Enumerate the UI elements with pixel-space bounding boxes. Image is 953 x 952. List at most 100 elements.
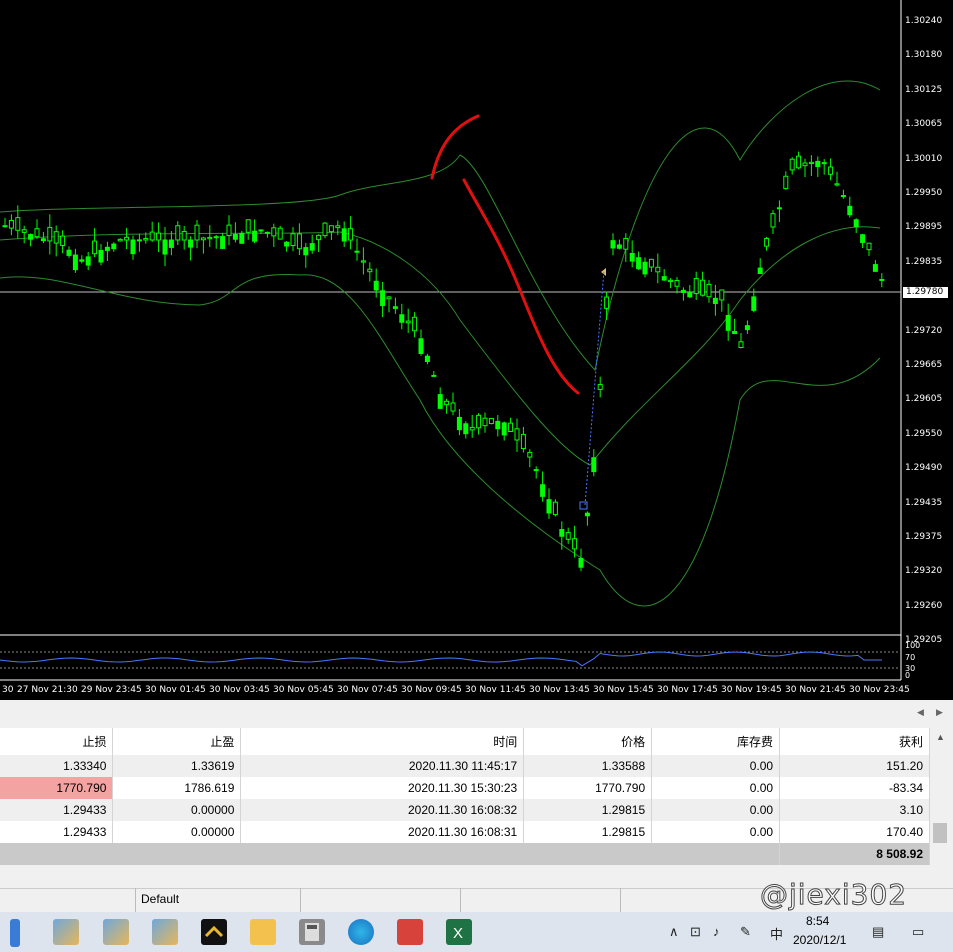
user-app-icon[interactable] <box>53 919 79 945</box>
candle-body <box>2 225 8 228</box>
clock-time[interactable]: 8:54 <box>806 914 829 928</box>
candle-body <box>444 400 450 406</box>
price-label: 1.29490 <box>905 463 943 474</box>
file-explorer-icon[interactable] <box>250 919 276 945</box>
candle-body <box>629 252 635 262</box>
candle-body <box>34 228 40 238</box>
table-row[interactable]: 1.29433 0.00000 2020.11.30 16:08:32 1.29… <box>0 799 930 821</box>
candle-body <box>28 234 34 240</box>
indicator-label: 0 <box>905 671 911 680</box>
time-label: 30 Nov 13:45 <box>529 685 590 695</box>
time-label: 30 Nov 11:45 <box>465 685 526 695</box>
candle-body <box>578 558 584 568</box>
pen-icon[interactable]: ✎ <box>740 924 751 940</box>
calculator-icon[interactable] <box>299 919 325 945</box>
candle-body <box>796 155 802 169</box>
candle-body <box>15 217 21 231</box>
candle-body <box>354 250 360 253</box>
user-app-icon[interactable] <box>152 919 178 945</box>
tools-app-icon[interactable] <box>397 919 423 945</box>
show-desktop-icon[interactable]: ▭ <box>912 924 924 940</box>
candle-body <box>546 499 552 514</box>
cell-stop-loss: 1770.790 <box>0 777 114 799</box>
price-label: 1.30125 <box>905 84 943 95</box>
price-label: 1.29375 <box>905 532 943 542</box>
cell-profit: 151.20 <box>779 755 930 777</box>
header-time[interactable]: 时间 <box>240 728 525 755</box>
candle-body <box>828 166 834 175</box>
candle-body <box>271 227 277 237</box>
candle-body <box>648 258 654 268</box>
candle-body <box>495 420 501 430</box>
cell-time: 2020.11.30 11:45:17 <box>240 755 525 777</box>
candle-body <box>879 278 885 281</box>
status-separator <box>460 888 461 912</box>
candle-body <box>316 234 322 241</box>
scroll-up-icon[interactable]: ▲ <box>936 732 945 742</box>
price-label: 1.29550 <box>905 428 943 439</box>
ime-indicator[interactable]: 中 <box>770 924 783 943</box>
notification-icon[interactable]: ▤ <box>872 924 884 940</box>
candle-body <box>680 289 686 293</box>
header-swap[interactable]: 库存费 <box>651 728 781 755</box>
header-profit[interactable]: 获利 <box>779 728 930 755</box>
candle-body <box>162 239 168 255</box>
cell-price: 1.29815 <box>523 799 653 821</box>
tray-chevron-up-icon[interactable]: ∧ <box>669 924 679 940</box>
trade-entry-icon[interactable] <box>579 501 588 510</box>
candle-body <box>200 237 206 241</box>
status-separator <box>620 888 621 912</box>
edge-browser-icon[interactable] <box>348 919 374 945</box>
table-scrollbar[interactable]: ▲ <box>930 728 953 858</box>
candle-body <box>264 231 270 234</box>
candle-body <box>693 278 699 295</box>
candle-body <box>789 158 795 171</box>
candle-body <box>834 183 840 186</box>
cell-time: 2020.11.30 16:08:31 <box>240 821 525 843</box>
candle-body <box>232 233 238 240</box>
candle-body <box>92 240 98 255</box>
candle-body <box>168 239 174 248</box>
network-icon[interactable]: ⊡ <box>690 924 701 940</box>
cell-price: 1770.790 <box>523 777 653 799</box>
table-row[interactable]: 1770.790 1786.619 2020.11.30 15:30:23 17… <box>0 777 930 799</box>
candle-body <box>488 417 494 425</box>
header-price[interactable]: 价格 <box>523 728 653 755</box>
candle-body <box>776 207 782 210</box>
profile-name[interactable]: Default <box>141 892 179 906</box>
candle-body <box>226 224 232 237</box>
excel-icon[interactable]: X <box>446 919 472 945</box>
candle-body <box>188 239 194 248</box>
volume-icon[interactable]: ♪ <box>713 924 720 939</box>
clock-date[interactable]: 2020/12/1 <box>793 933 846 947</box>
cell-price: 1.33588 <box>523 755 653 777</box>
time-label: 30 Nov 03:45 <box>209 685 270 695</box>
candle-body <box>252 230 258 242</box>
candle-body <box>636 257 642 270</box>
candlestick-chart-svg[interactable] <box>0 0 953 700</box>
candle-body <box>277 227 283 240</box>
forex-app-icon[interactable] <box>201 919 227 945</box>
table-row[interactable]: 1.29433 0.00000 2020.11.30 16:08:31 1.29… <box>0 821 930 843</box>
user-app-icon[interactable] <box>103 919 129 945</box>
candle-body <box>687 291 693 298</box>
candle-body <box>258 229 264 232</box>
scrollbar-thumb[interactable] <box>933 823 947 843</box>
header-take-profit[interactable]: 止盈 <box>112 728 242 755</box>
start-edge-icon[interactable] <box>10 919 20 947</box>
scroll-left-icon[interactable]: ◀ <box>917 707 924 718</box>
cell-stop-loss: 1.29433 <box>0 799 114 821</box>
price-chart[interactable]: 1.30240 1.30180 1.30125 1.30065 1.30010 1.299… <box>0 0 953 700</box>
candle-body <box>79 259 85 262</box>
current-price-tag: 1.29780 <box>903 287 948 298</box>
candle-body <box>303 247 309 256</box>
scroll-right-icon[interactable]: ▶ <box>936 707 943 718</box>
candle-body <box>53 231 59 244</box>
candle-body <box>463 423 469 435</box>
candle-body <box>367 268 373 273</box>
candle-body <box>719 289 725 301</box>
header-stop-loss[interactable]: 止损 <box>0 728 114 755</box>
table-row[interactable]: 1.33340 1.33619 2020.11.30 11:45:17 1.33… <box>0 755 930 777</box>
cell-profit: 170.40 <box>779 821 930 843</box>
cell-swap: 0.00 <box>651 821 781 843</box>
